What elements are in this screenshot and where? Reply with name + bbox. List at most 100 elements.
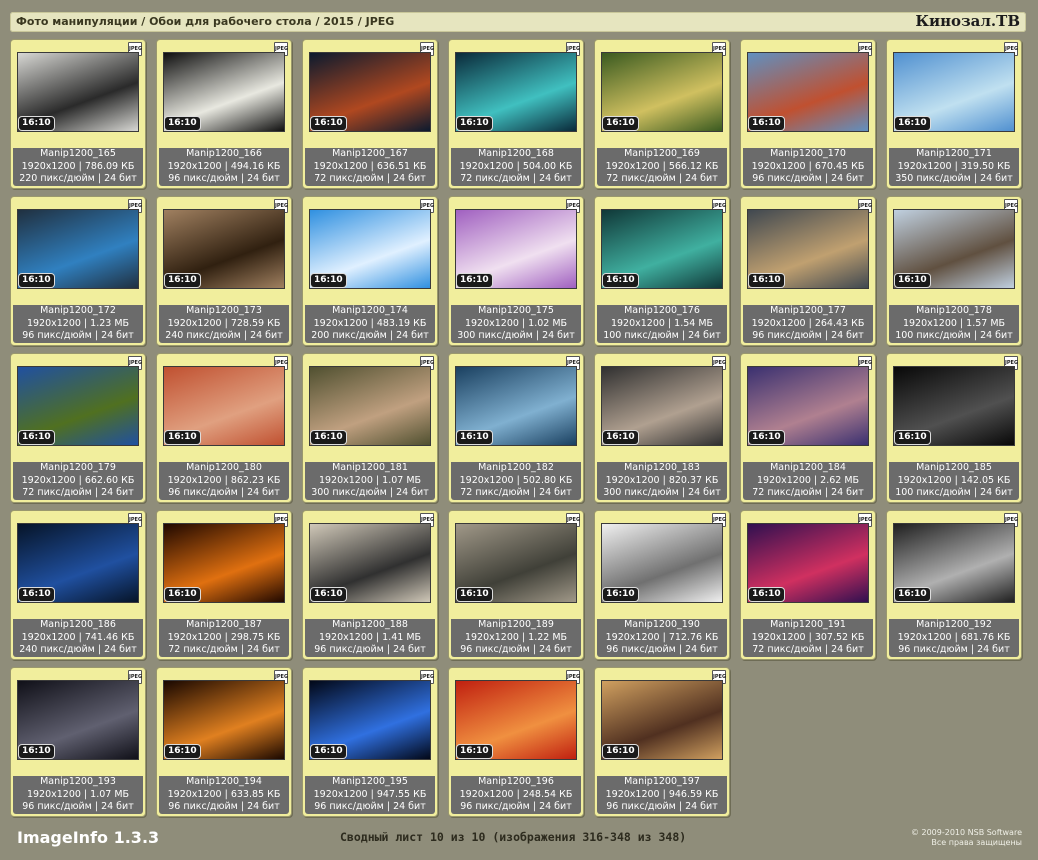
thumbnail-image[interactable]: 16:10	[893, 209, 1015, 289]
image-caption: Manip1200_175 1920x1200 | 1.02 МБ 300 пикс…	[451, 305, 581, 343]
thumbnail-tile[interactable]: JPEG 16:10 Manip1200_191 1920x1200 | 307.52…	[740, 510, 876, 660]
image-caption: Manip1200_189 1920x1200 | 1.22 МБ 96 пикс/…	[451, 619, 581, 657]
thumbnail-tile[interactable]: JPEG 16:10 Manip1200_171 1920x1200 | 319.50…	[886, 39, 1022, 189]
thumbnail-tile[interactable]: JPEG 16:10 Manip1200_185 1920x1200 | 142.05…	[886, 353, 1022, 503]
thumbnail-image[interactable]: 16:10	[309, 366, 431, 446]
thumbnail-image[interactable]: 16:10	[601, 52, 723, 132]
image-dimensions: 1920x1200	[313, 788, 368, 800]
thumbnail-tile[interactable]: JPEG 16:10 Manip1200_189 1920x1200 | 1.22 М…	[448, 510, 584, 660]
image-dims-size: 1920x1200 | 494.16 КБ	[167, 160, 281, 172]
thumbnail-tile[interactable]: JPEG 16:10 Manip1200_170 1920x1200 | 670.45…	[740, 39, 876, 189]
thumbnail-image[interactable]: 16:10	[601, 523, 723, 603]
thumbnail-image[interactable]: 16:10	[601, 209, 723, 289]
thumbnail-tile[interactable]: JPEG 16:10 Manip1200_175 1920x1200 | 1.02 М…	[448, 196, 584, 346]
thumbnail-image[interactable]: 16:10	[309, 523, 431, 603]
thumbnail-image[interactable]: 16:10	[17, 52, 139, 132]
thumbnail-image[interactable]: 16:10	[747, 52, 869, 132]
thumbnail-image[interactable]: 16:10	[309, 52, 431, 132]
thumbnail-image[interactable]: 16:10	[163, 52, 285, 132]
thumbnail-image[interactable]: 16:10	[893, 52, 1015, 132]
image-bit-depth: 24 бит	[685, 173, 718, 184]
sheet-summary: Сводный лист 10 из 10 (изображения 316-3…	[340, 830, 687, 844]
thumbnail-tile[interactable]: JPEG 16:10 Manip1200_181 1920x1200 | 1.07 М…	[302, 353, 438, 503]
image-file-size: 670.45 КБ	[814, 160, 865, 172]
thumbnail-tile[interactable]: JPEG 16:10 Manip1200_195 1920x1200 | 947.55…	[302, 667, 438, 817]
thumbnail-image[interactable]: 16:10	[163, 680, 285, 760]
image-file-size: 264.43 КБ	[814, 317, 865, 329]
thumbnail-tile[interactable]: JPEG 16:10 Manip1200_182 1920x1200 | 502.80…	[448, 353, 584, 503]
thumbnail-image[interactable]: 16:10	[455, 680, 577, 760]
thumbnail-image[interactable]: 16:10	[455, 366, 577, 446]
image-dimensions: 1920x1200	[605, 474, 660, 486]
aspect-ratio-badge: 16:10	[749, 431, 784, 444]
thumbnail-image[interactable]: 16:10	[601, 366, 723, 446]
thumbnail-image[interactable]: 16:10	[601, 680, 723, 760]
thumbnail-tile[interactable]: JPEG 16:10 Manip1200_174 1920x1200 | 483.19…	[302, 196, 438, 346]
image-dpi-depth: 72 пикс/дюйм | 24 бит	[168, 644, 280, 655]
image-dims-size: 1920x1200 | 681.76 КБ	[897, 631, 1011, 643]
image-dimensions: 1920x1200	[21, 474, 76, 486]
image-resolution: 96 пикс/дюйм	[606, 801, 676, 812]
image-name: Manip1200_190	[624, 619, 700, 630]
image-bit-depth: 24 бит	[247, 644, 280, 655]
image-bit-depth: 24 бит	[542, 330, 575, 341]
thumbnail-image[interactable]: 16:10	[747, 523, 869, 603]
thumbnail-image[interactable]: 16:10	[747, 366, 869, 446]
header-bar: Фото манипуляции / Обои для рабочего сто…	[10, 12, 1026, 32]
thumbnail-tile[interactable]: JPEG 16:10 Manip1200_173 1920x1200 | 728.59…	[156, 196, 292, 346]
thumbnail-image[interactable]: 16:10	[17, 366, 139, 446]
thumbnail-tile[interactable]: JPEG 16:10 Manip1200_176 1920x1200 | 1.54 М…	[594, 196, 730, 346]
thumbnail-image[interactable]: 16:10	[893, 523, 1015, 603]
aspect-ratio-badge: 16:10	[895, 431, 930, 444]
thumbnail-tile[interactable]: JPEG 16:10 Manip1200_180 1920x1200 | 862.23…	[156, 353, 292, 503]
image-file-size: 1.02 МБ	[528, 317, 568, 329]
thumbnail-tile[interactable]: JPEG 16:10 Manip1200_194 1920x1200 | 633.85…	[156, 667, 292, 817]
thumbnail-tile[interactable]: JPEG 16:10 Manip1200_193 1920x1200 | 1.07 М…	[10, 667, 146, 817]
thumbnail-tile[interactable]: JPEG 16:10 Manip1200_168 1920x1200 | 504.00…	[448, 39, 584, 189]
image-dimensions: 1920x1200	[313, 317, 368, 329]
thumbnail-tile[interactable]: JPEG 16:10 Manip1200_169 1920x1200 | 566.12…	[594, 39, 730, 189]
image-file-size: 636.51 КБ	[376, 160, 427, 172]
thumbnail-image[interactable]: 16:10	[893, 366, 1015, 446]
aspect-ratio-badge: 16:10	[603, 117, 638, 130]
thumbnail-tile[interactable]: JPEG 16:10 Manip1200_192 1920x1200 | 681.76…	[886, 510, 1022, 660]
image-dpi-depth: 96 пикс/дюйм | 24 бит	[460, 644, 572, 655]
image-file-size: 741.46 КБ	[84, 631, 135, 643]
thumbnail-image[interactable]: 16:10	[163, 523, 285, 603]
thumbnail-image[interactable]: 16:10	[17, 523, 139, 603]
aspect-ratio-badge: 16:10	[19, 745, 54, 758]
image-bit-depth: 24 бит	[393, 173, 426, 184]
image-name: Manip1200_185	[916, 462, 992, 473]
thumbnail-image[interactable]: 16:10	[17, 680, 139, 760]
thumbnail-image[interactable]: 16:10	[455, 209, 577, 289]
thumbnail-image[interactable]: 16:10	[163, 209, 285, 289]
thumbnail-tile[interactable]: JPEG 16:10 Manip1200_167 1920x1200 | 636.51…	[302, 39, 438, 189]
thumbnail-tile[interactable]: JPEG 16:10 Manip1200_184 1920x1200 | 2.62 М…	[740, 353, 876, 503]
thumbnail-tile[interactable]: JPEG 16:10 Manip1200_183 1920x1200 | 820.37…	[594, 353, 730, 503]
thumbnail-image[interactable]: 16:10	[309, 680, 431, 760]
thumbnail-tile[interactable]: JPEG 16:10 Manip1200_188 1920x1200 | 1.41 М…	[302, 510, 438, 660]
thumbnail-image[interactable]: 16:10	[17, 209, 139, 289]
thumbnail-tile[interactable]: JPEG 16:10 Manip1200_186 1920x1200 | 741.46…	[10, 510, 146, 660]
thumbnail-tile[interactable]: JPEG 16:10 Manip1200_177 1920x1200 | 264.43…	[740, 196, 876, 346]
thumbnail-grid: JPEG 16:10 Manip1200_165 1920x1200 | 786.09…	[10, 39, 1030, 819]
thumbnail-tile[interactable]: JPEG 16:10 Manip1200_197 1920x1200 | 946.59…	[594, 667, 730, 817]
thumbnail-tile[interactable]: JPEG 16:10 Manip1200_165 1920x1200 | 786.09…	[10, 39, 146, 189]
thumbnail-image[interactable]: 16:10	[455, 523, 577, 603]
thumbnail-image[interactable]: 16:10	[309, 209, 431, 289]
thumbnail-tile[interactable]: JPEG 16:10 Manip1200_172 1920x1200 | 1.23 М…	[10, 196, 146, 346]
thumbnail-tile[interactable]: JPEG 16:10 Manip1200_190 1920x1200 | 712.76…	[594, 510, 730, 660]
thumbnail-tile[interactable]: JPEG 16:10 Manip1200_166 1920x1200 | 494.16…	[156, 39, 292, 189]
image-name: Manip1200_175	[478, 305, 554, 316]
thumbnail-image[interactable]: 16:10	[163, 366, 285, 446]
thumbnail-tile[interactable]: JPEG 16:10 Manip1200_187 1920x1200 | 298.75…	[156, 510, 292, 660]
thumbnail-image[interactable]: 16:10	[747, 209, 869, 289]
image-name: Manip1200_174	[332, 305, 408, 316]
image-file-size: 1.07 МБ	[382, 474, 422, 486]
aspect-ratio-badge: 16:10	[749, 117, 784, 130]
thumbnail-tile[interactable]: JPEG 16:10 Manip1200_196 1920x1200 | 248.54…	[448, 667, 584, 817]
thumbnail-tile[interactable]: JPEG 16:10 Manip1200_178 1920x1200 | 1.57 М…	[886, 196, 1022, 346]
thumbnail-image[interactable]: 16:10	[455, 52, 577, 132]
image-dimensions: 1920x1200	[459, 160, 514, 172]
thumbnail-tile[interactable]: JPEG 16:10 Manip1200_179 1920x1200 | 662.60…	[10, 353, 146, 503]
